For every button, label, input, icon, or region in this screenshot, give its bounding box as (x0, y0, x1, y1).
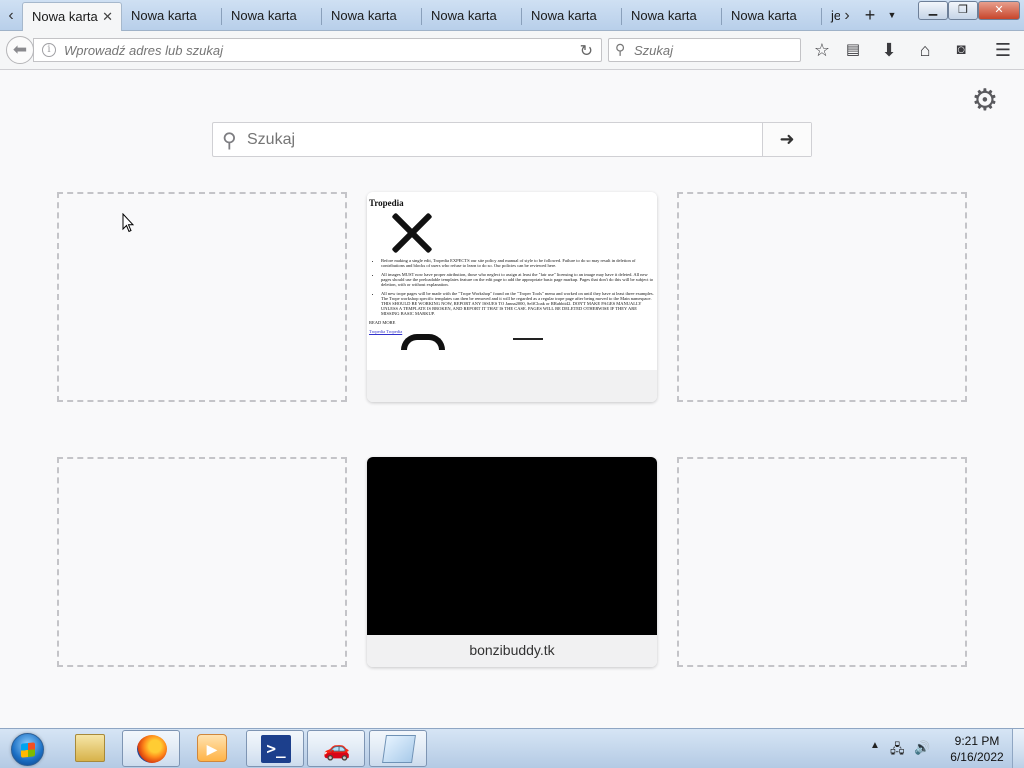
search-input[interactable] (634, 41, 794, 59)
search-icon: ⚲ (615, 41, 626, 57)
preview-images (369, 334, 655, 350)
back-arrow-icon: ⬅ (12, 40, 28, 59)
car-icon: 🚗 (323, 736, 351, 761)
tab-close-icon[interactable]: ✕ (102, 3, 113, 31)
tile-title (367, 370, 657, 402)
newtab-search-box[interactable]: ⚲ ➜ (212, 122, 812, 157)
x-logo-icon (389, 210, 435, 256)
back-button[interactable]: ⬅ (6, 36, 34, 64)
tab-list: Nowa karta ✕ Nowa karta Nowa karta Nowa ka… (22, 2, 840, 31)
show-hidden-icons-icon[interactable]: ▲ (870, 740, 880, 751)
url-input[interactable] (64, 41, 564, 59)
tropedia-preview: Tropedia Before making a single edit, Tr… (367, 192, 657, 370)
tab-label: Nowa karta (231, 8, 297, 23)
tab-scroll-left-icon[interactable]: ‹ (2, 4, 20, 28)
firefox-icon (137, 735, 167, 763)
media-player-icon: ▶ (197, 734, 227, 762)
taskbar-media-player[interactable]: ▶ (183, 730, 241, 767)
library-icon[interactable]: ▤ (841, 38, 865, 62)
search-go-button[interactable]: ➜ (762, 123, 811, 156)
empty-tile (57, 457, 347, 667)
tab-label: Nowa karta (531, 8, 597, 23)
url-bar[interactable]: i ↻ (33, 38, 602, 62)
tab-label: Nowa karta (631, 8, 697, 23)
network-icon[interactable]: 🖧 (890, 740, 905, 762)
folder-icon (75, 734, 105, 762)
top-site-tile-tropedia[interactable]: Tropedia Before making a single edit, Tr… (367, 192, 657, 402)
tab-label: Nowa karta (32, 9, 98, 24)
tab-label: Nowa karta (731, 8, 797, 23)
empty-tile (57, 192, 347, 402)
windows-logo-icon (11, 733, 44, 766)
powershell-icon: >_ (261, 735, 291, 763)
mouse-cursor-icon (122, 213, 134, 233)
system-tray: ▲ 🖧 🔊 9:21 PM 6/16/2022 (866, 729, 1024, 768)
empty-tile (677, 192, 967, 402)
downloads-icon[interactable]: ⬇ (877, 38, 901, 62)
reload-icon[interactable]: ↻ (580, 41, 593, 61)
taskbar-car-app[interactable]: 🚗 (307, 730, 365, 767)
tab[interactable]: Nowa karta (722, 2, 822, 31)
volume-icon[interactable]: 🔊 (914, 740, 930, 756)
tab[interactable]: Nowa karta (322, 2, 422, 31)
tab-active[interactable]: Nowa karta ✕ (22, 2, 122, 31)
tab[interactable]: Nowa karta (422, 2, 522, 31)
preview-text: All new trope pages will be made with th… (381, 291, 655, 316)
tab[interactable]: Nowa karta (622, 2, 722, 31)
preview-text: Before making a single edit, Tropedia EX… (381, 258, 655, 268)
restore-icon[interactable]: ❐ (948, 1, 978, 20)
minimize-icon[interactable]: ▁ (918, 1, 948, 20)
taskbar: ▶ >_ 🚗 ▲ 🖧 🔊 9:21 PM 6/16/2022 (0, 728, 1024, 768)
tab-label: Nowa karta (431, 8, 497, 23)
newtab-search-input[interactable] (247, 130, 747, 150)
search-icon: ⚲ (222, 130, 237, 152)
taskbar-firefox[interactable] (122, 730, 180, 767)
empty-tile (677, 457, 967, 667)
show-desktop-button[interactable] (1012, 729, 1024, 768)
notepad-icon (382, 735, 416, 763)
pocket-icon[interactable]: ◙ (949, 38, 973, 62)
hamburger-menu-icon[interactable]: ☰ (991, 38, 1015, 62)
all-tabs-dropdown-icon[interactable]: ▼ (884, 4, 900, 26)
navigation-toolbar: i ↻ ⬅ ⚲ ☆ ▤ ⬇ ⌂ ◙ ☰ (0, 31, 1024, 70)
clock[interactable]: 9:21 PM 6/16/2022 (936, 733, 1018, 765)
start-button[interactable] (4, 729, 50, 768)
arrow-right-icon: ➜ (779, 129, 795, 149)
clock-date: 6/16/2022 (950, 750, 1004, 764)
taskbar-notepad[interactable] (369, 730, 427, 767)
taskbar-powershell[interactable]: >_ (246, 730, 304, 767)
tab-scroll-right-icon[interactable]: › (838, 4, 856, 28)
bookmark-star-icon[interactable]: ☆ (810, 38, 834, 62)
tile-title: bonzibuddy.tk (367, 635, 657, 667)
window-controls: ▁ ❐ ✕ (918, 1, 1020, 20)
read-more-text: READ MORE (369, 320, 396, 325)
new-tab-button[interactable]: + (860, 4, 880, 26)
top-site-tile-bonzibuddy[interactable]: 📌 bonzibuddy.tk (367, 457, 657, 667)
taskbar-windows-explorer[interactable] (61, 730, 119, 767)
info-icon[interactable]: i (42, 43, 56, 57)
tab[interactable]: Nowa karta (522, 2, 622, 31)
preview-text: All images MUST now have proper attribut… (381, 272, 655, 287)
tab-label: Nowa karta (131, 8, 197, 23)
tab-strip: ‹ Nowa karta ✕ Nowa karta Nowa karta Nowa … (0, 0, 1024, 31)
gear-icon[interactable]: ⚙ (970, 86, 1000, 116)
window-close-icon[interactable]: ✕ (978, 1, 1020, 20)
tab[interactable]: Nowa karta (122, 2, 222, 31)
clock-time: 9:21 PM (954, 734, 1000, 748)
home-icon[interactable]: ⌂ (913, 38, 937, 62)
search-bar[interactable]: ⚲ (608, 38, 801, 62)
tropedia-heading: Tropedia (369, 198, 404, 208)
tab[interactable]: Nowa karta (222, 2, 322, 31)
tile-thumbnail: Tropedia Before making a single edit, Tr… (367, 192, 657, 370)
tile-thumbnail (367, 457, 657, 635)
tab-label: Nowa karta (331, 8, 397, 23)
